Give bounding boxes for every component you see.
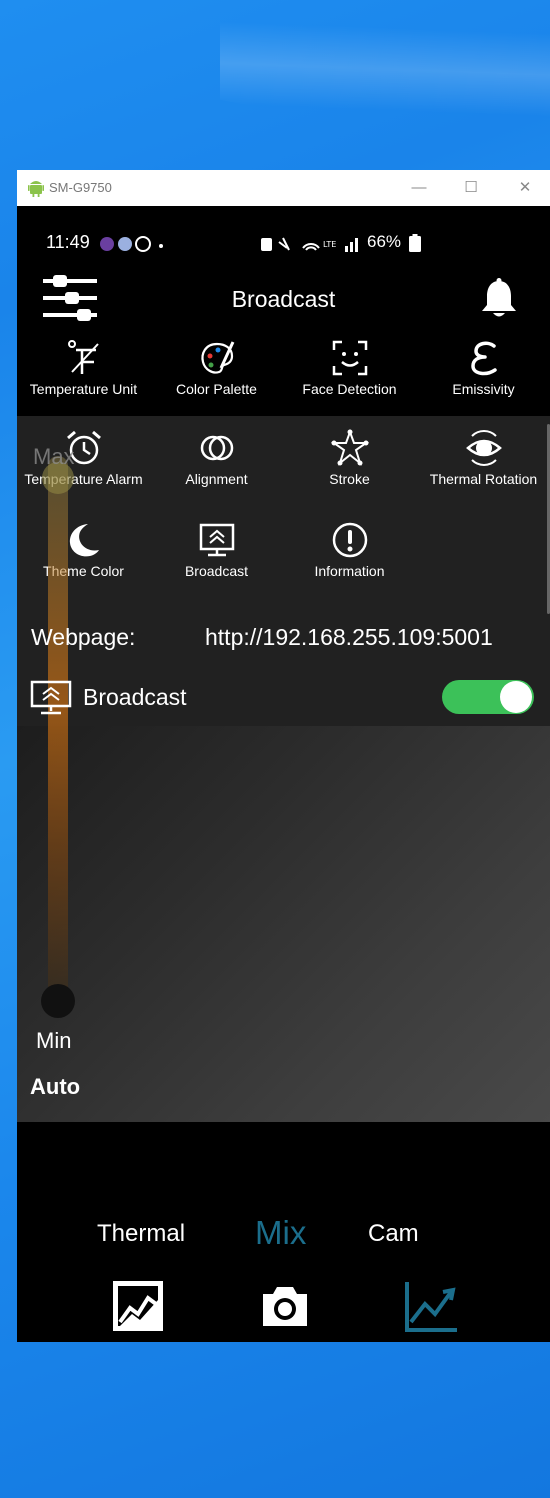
menu-label: Face Detection	[302, 381, 397, 397]
page-title: Broadcast	[231, 286, 336, 312]
menu-alignment[interactable]: Alignment	[150, 428, 283, 488]
status-time: 11:49	[46, 232, 90, 252]
menu-label: Temperature Unit	[29, 381, 138, 397]
broadcast-toggle[interactable]	[442, 680, 534, 714]
window-title: SM-G9750	[49, 180, 112, 195]
camera-feed[interactable]	[17, 726, 550, 1122]
menu-thermal-rotation[interactable]: Thermal Rotation	[417, 428, 550, 488]
battery-level: 66%	[367, 232, 402, 251]
broadcast-icon	[30, 680, 72, 715]
broadcast-icon	[199, 523, 234, 557]
image-chart-icon[interactable]	[110, 1278, 166, 1334]
temperature-range-slider[interactable]	[48, 456, 68, 1011]
menu-label: Thermal Rotation	[429, 471, 538, 487]
signal-icons: LTE	[261, 237, 358, 252]
menu-broadcast[interactable]: Broadcast	[150, 520, 283, 580]
webpage-label: Webpage:	[31, 624, 136, 650]
camera-icon[interactable]	[257, 1278, 313, 1334]
android-icon	[28, 181, 44, 197]
max-label: Max	[33, 444, 75, 469]
menu-label: Temperature Alarm	[24, 471, 143, 487]
stroke-icon	[330, 429, 369, 466]
mode-thermal[interactable]: Thermal	[97, 1220, 185, 1248]
broadcast-label: Broadcast	[83, 684, 187, 710]
face-detection-icon	[332, 340, 367, 376]
mode-cam[interactable]: Cam	[368, 1220, 419, 1248]
menu-label: Broadcast	[184, 563, 249, 579]
min-label: Min	[36, 1028, 72, 1053]
minimize-button[interactable]: —	[399, 178, 439, 198]
menu-label: Emissivity	[452, 381, 515, 397]
phone-screen: 11:49 LTE 66% Broadcast Temperature Unit…	[17, 206, 550, 1342]
menu-temperature-unit[interactable]: Temperature Unit	[17, 338, 150, 398]
battery-icon	[409, 234, 421, 252]
min-handle[interactable]	[41, 984, 75, 1018]
alignment-icon	[200, 435, 233, 461]
window-titlebar[interactable]: SM-G9750 — ☐ ✕	[17, 170, 550, 206]
close-button[interactable]: ✕	[505, 178, 545, 198]
menu-face-detection[interactable]: Face Detection	[283, 338, 416, 398]
status-bar: 11:49 LTE 66%	[17, 206, 550, 270]
maximize-button[interactable]: ☐	[451, 178, 491, 198]
mode-mix[interactable]: Mix	[255, 1214, 306, 1252]
toggle-knob	[500, 681, 532, 713]
webpage-url[interactable]: http://192.168.255.109:5001	[205, 624, 493, 651]
desktop-wallpaper	[220, 0, 550, 181]
svg-text:LTE: LTE	[323, 240, 336, 249]
menu-label: Stroke	[329, 471, 370, 487]
menu-stroke[interactable]: Stroke	[283, 428, 416, 488]
info-icon	[332, 522, 367, 558]
menu-label: Information	[314, 563, 385, 579]
notification-icons	[100, 236, 163, 252]
emissivity-icon	[470, 341, 497, 376]
menu-information[interactable]: Information	[283, 520, 416, 580]
app-window: SM-G9750 — ☐ ✕ 11:49 LTE 66% Broadcast T…	[17, 170, 550, 1342]
menu-label: Alignment	[185, 471, 248, 487]
palette-icon	[200, 341, 234, 374]
rotation-icon	[465, 430, 502, 466]
menu-theme-color[interactable]: Theme Color	[17, 520, 150, 580]
bell-icon[interactable]	[479, 278, 519, 320]
auto-button[interactable]: Auto	[30, 1074, 80, 1100]
menu-label: Theme Color	[43, 563, 124, 579]
menu-emissivity[interactable]: Emissivity	[417, 338, 550, 398]
moon-icon	[69, 524, 99, 557]
temperature-unit-icon	[67, 340, 99, 374]
menu-color-palette[interactable]: Color Palette	[150, 338, 283, 398]
menu-label: Color Palette	[176, 381, 257, 397]
line-chart-icon[interactable]	[403, 1278, 459, 1334]
